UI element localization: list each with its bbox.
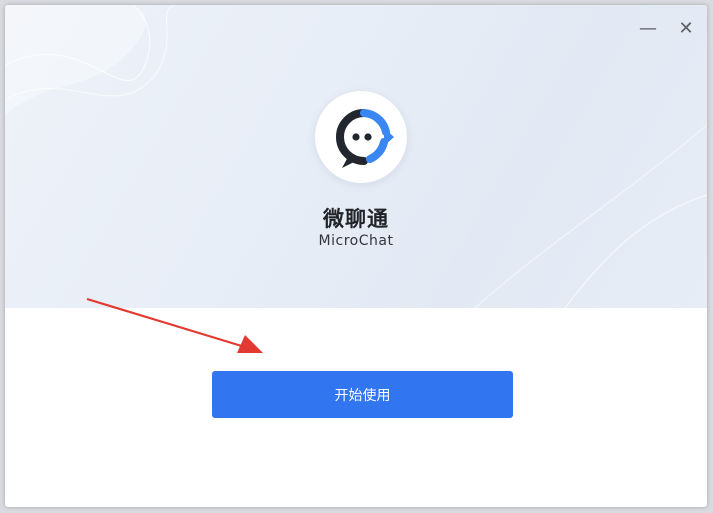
annotation-arrow-icon: [86, 297, 263, 353]
app-name-en: MicroChat: [318, 233, 394, 249]
start-button[interactable]: 开始使用: [212, 371, 513, 418]
hero-banner: — ✕ 微聊通 MicroChat: [5, 5, 707, 308]
minimize-button[interactable]: —: [635, 15, 661, 41]
app-name: 微聊通: [323, 207, 389, 231]
chat-bubble-logo-icon: [336, 109, 394, 168]
app-window: — ✕ 微聊通 MicroChat 开始使用: [5, 5, 707, 507]
minimize-icon: —: [639, 17, 657, 39]
close-icon: ✕: [678, 17, 694, 39]
app-logo: [315, 91, 407, 183]
close-button[interactable]: ✕: [673, 15, 699, 41]
